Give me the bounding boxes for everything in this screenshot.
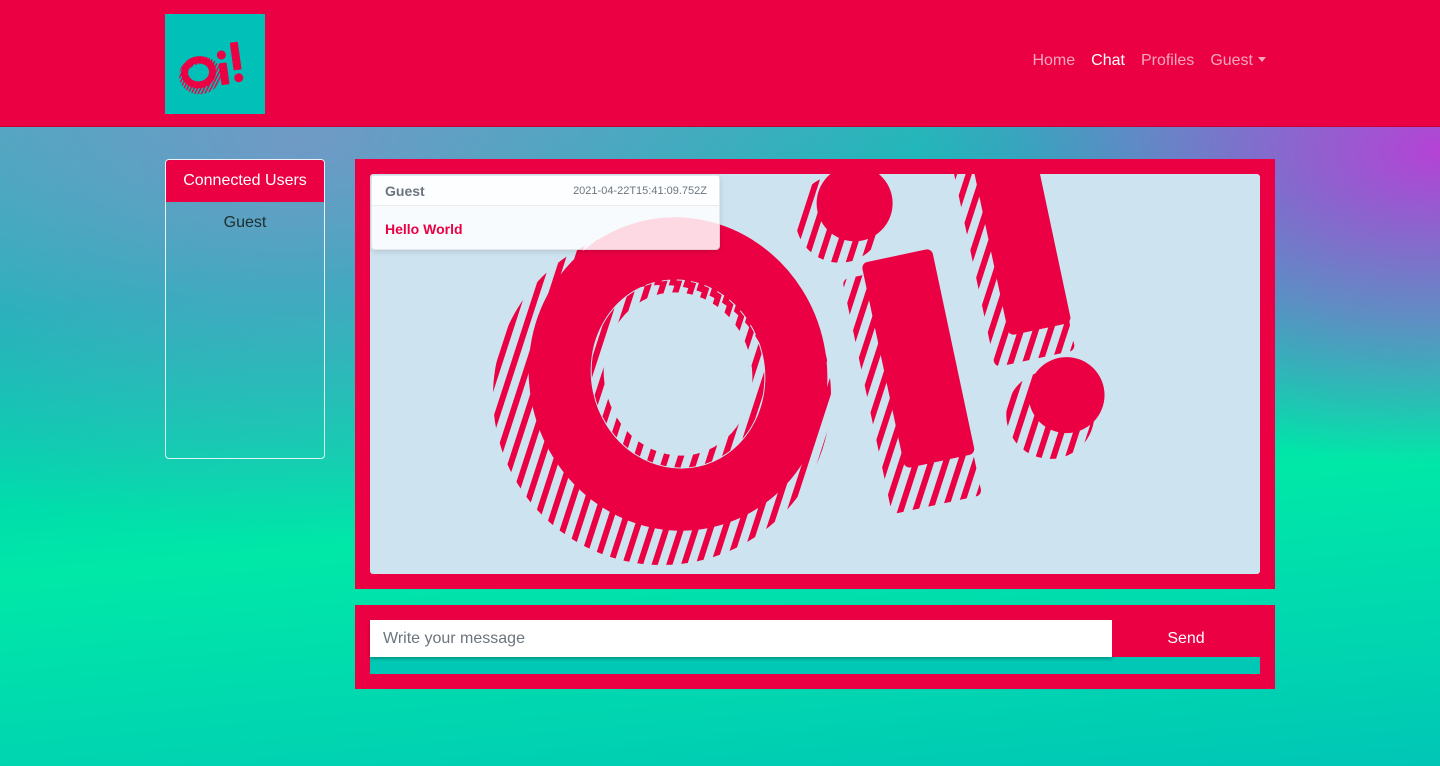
top-navbar: Home Chat Profiles Guest <box>0 0 1440 127</box>
caret-down-icon <box>1258 57 1266 62</box>
message-composer: Send <box>355 605 1275 689</box>
chat-panel: Guest 2021-04-22T15:41:09.752Z Hello Wor… <box>355 159 1275 589</box>
user-menu-label: Guest <box>1210 52 1253 69</box>
message-author: Guest <box>385 182 425 199</box>
nav-chat-link[interactable]: Chat <box>1091 52 1125 70</box>
nav-home-link[interactable]: Home <box>1032 52 1075 70</box>
chat-message: Guest 2021-04-22T15:41:09.752Z Hello Wor… <box>371 175 720 250</box>
connected-users-title: Connected Users <box>166 160 324 202</box>
send-button[interactable]: Send <box>1112 620 1260 657</box>
oi-logo-icon <box>179 41 244 95</box>
connected-user-item: Guest <box>223 214 267 231</box>
user-menu-dropdown[interactable]: Guest <box>1210 52 1266 70</box>
nav-profiles-link[interactable]: Profiles <box>1141 52 1194 70</box>
brand-logo[interactable] <box>165 14 265 114</box>
main-nav: Home Chat Profiles Guest <box>1032 52 1266 70</box>
message-input[interactable] <box>370 620 1112 657</box>
composer-row: Send <box>370 620 1260 674</box>
message-text: Hello World <box>385 221 463 237</box>
chat-messages-area[interactable]: Guest 2021-04-22T15:41:09.752Z Hello Wor… <box>370 174 1260 574</box>
message-timestamp: 2021-04-22T15:41:09.752Z <box>573 184 707 197</box>
message-header: Guest 2021-04-22T15:41:09.752Z <box>372 176 719 206</box>
connected-users-panel: Connected Users Guest <box>165 159 325 459</box>
